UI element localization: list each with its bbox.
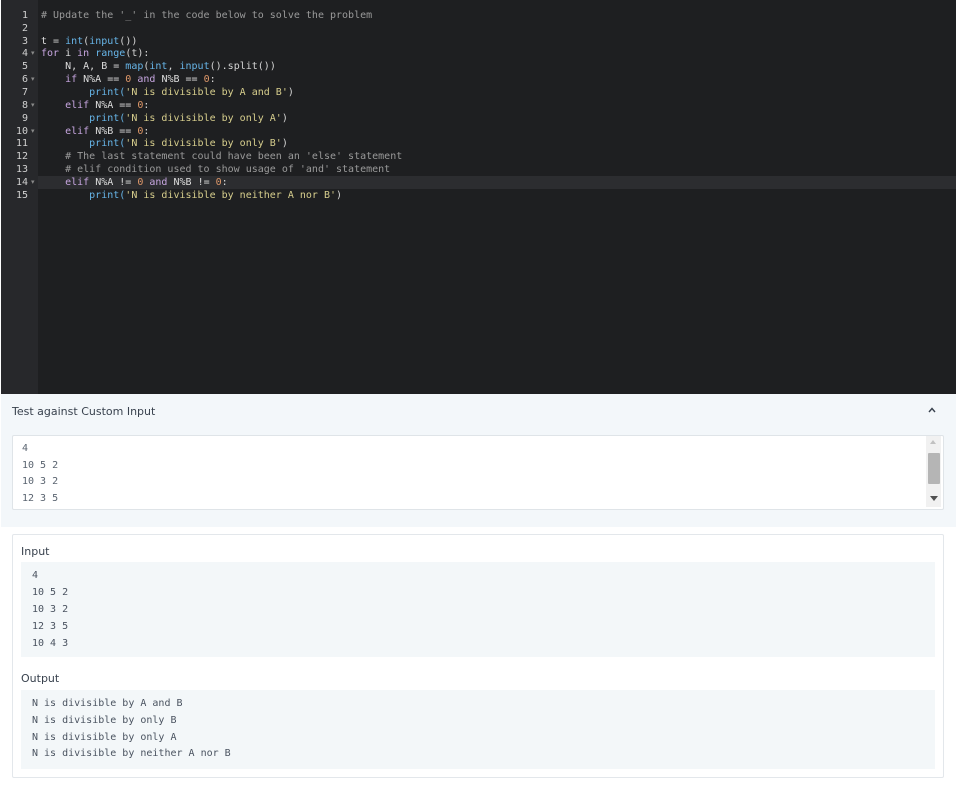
custom-input-line: 10 5 2 [22, 460, 59, 471]
line-number-gutter: 1 2 3 4 5 6 7 8 9 10 11 12 13 14 15 ▾ ▾ … [1, 0, 38, 394]
fold-arrow-icon[interactable]: ▾ [31, 125, 35, 138]
line-number: 9 [21, 113, 28, 124]
input-section-label: Input [21, 545, 50, 558]
code-line-7: print('N is divisible by A and B') [41, 87, 294, 98]
code-line-12: # The last statement could have been an … [41, 151, 403, 162]
custom-input-line: 12 3 5 [22, 493, 59, 504]
custom-input-line: 4 [22, 443, 29, 454]
code-line-13: # elif condition used to show usage of '… [41, 164, 391, 175]
line-number: 4 [21, 48, 28, 59]
scroll-up-arrow-icon[interactable] [930, 440, 936, 444]
line-number: 8 [21, 100, 28, 111]
line-number: 12 [15, 151, 28, 162]
scroll-thumb[interactable] [928, 453, 940, 484]
fold-arrow-icon[interactable]: ▾ [31, 99, 35, 112]
line-number: 11 [15, 138, 28, 149]
line-number: 5 [21, 61, 28, 72]
code-line-14: elif N%A != 0 and N%B != 0: [41, 177, 228, 188]
output-section-label: Output [21, 672, 60, 685]
scroll-down-arrow-icon[interactable] [930, 496, 938, 501]
chevron-up-icon[interactable] [928, 406, 936, 414]
line-number: 6 [21, 74, 28, 85]
code-line-1: # Update the '_' in the code below to so… [41, 10, 373, 21]
output-result-line: N is divisible by only B [32, 715, 177, 726]
input-result-line: 10 3 2 [32, 604, 69, 615]
code-line-5: N, A, B = map(int, input().split()) [41, 61, 276, 72]
input-result-line: 10 4 3 [32, 638, 69, 649]
input-result-line: 12 3 5 [32, 621, 69, 632]
code-line-4: for i in range(t): [41, 48, 150, 59]
custom-input-textarea[interactable] [12, 435, 944, 510]
custom-input-line: 10 3 2 [22, 476, 59, 487]
output-result-line: N is divisible by only A [32, 732, 177, 743]
fold-arrow-icon[interactable]: ▾ [31, 176, 35, 189]
line-number: 1 [21, 10, 28, 21]
input-result-line: 10 5 2 [32, 587, 69, 598]
code-line-8: elif N%A == 0: [41, 100, 150, 111]
output-result-line: N is divisible by neither A nor B [32, 748, 231, 759]
code-line-9: print('N is divisible by only A') [41, 113, 288, 124]
line-number: 15 [15, 190, 28, 201]
line-number: 2 [21, 23, 28, 34]
code-line-15: print('N is divisible by neither A nor B… [41, 190, 343, 201]
custom-input-title[interactable]: Test against Custom Input [12, 405, 155, 418]
code-line-6: if N%A == 0 and N%B == 0: [41, 74, 216, 85]
output-result-line: N is divisible by A and B [32, 698, 183, 709]
input-result-line: 4 [32, 570, 39, 581]
fold-arrow-icon[interactable]: ▾ [31, 47, 35, 60]
fold-arrow-icon[interactable]: ▾ [31, 73, 35, 86]
code-editor[interactable]: 1 2 3 4 5 6 7 8 9 10 11 12 13 14 15 ▾ ▾ … [1, 0, 956, 394]
input-result-block [21, 562, 935, 657]
line-number: 7 [21, 87, 28, 98]
line-number: 14 [15, 177, 28, 188]
line-number: 13 [15, 164, 28, 175]
code-line-11: print('N is divisible by only B') [41, 138, 288, 149]
